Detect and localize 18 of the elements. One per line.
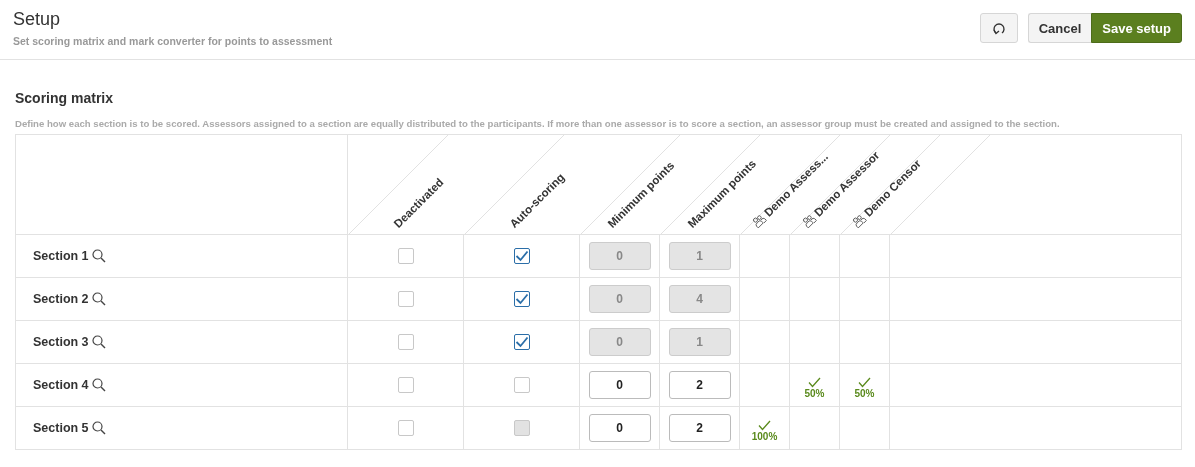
section-name: Section 3 <box>33 335 89 349</box>
share-percent: 100% <box>751 431 778 442</box>
share-percent: 50% <box>804 388 825 399</box>
page-title: Setup <box>13 9 62 30</box>
points-field[interactable]: 0 <box>588 414 651 442</box>
section-description: Define how each section is to be scored. Assessors assigned to a section are equally distributed to the participants. If more than one assessor is to score a section, an assessor group must be created and assigned to the section. <box>15 118 1061 129</box>
section-name: Section 4 <box>33 378 89 392</box>
section-title: Scoring matrix <box>15 90 115 106</box>
section-name: Section 1 <box>33 249 89 263</box>
points-field[interactable]: 2 <box>668 414 731 442</box>
section-name: Section 2 <box>33 292 89 306</box>
share-percent: 50% <box>854 388 875 399</box>
save-button[interactable]: Save setup <box>1091 13 1182 43</box>
cancel-button[interactable]: Cancel <box>1027 13 1092 43</box>
page-subtitle: Set scoring matrix and mark converter for points to assessment <box>13 35 333 47</box>
section-name: Section 5 <box>33 421 89 435</box>
points-field[interactable]: 0 <box>588 371 651 399</box>
points-field[interactable]: 2 <box>668 371 731 399</box>
